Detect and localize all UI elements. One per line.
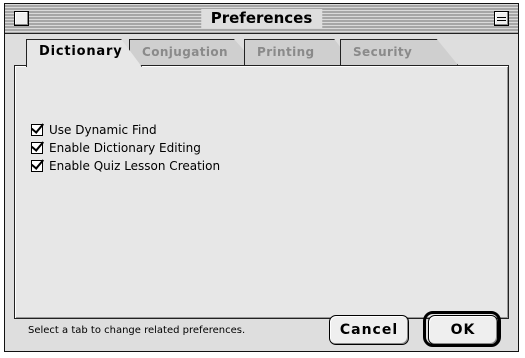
window-content: Dictionary Conjugation Printing Security…: [14, 39, 509, 347]
tab-conjugation[interactable]: Conjugation: [129, 39, 257, 65]
collapse-box-icon[interactable]: [494, 11, 509, 26]
ok-button[interactable]: OK: [428, 315, 498, 345]
option-enable-dictionary-editing[interactable]: Enable Dictionary Editing: [31, 140, 201, 156]
preferences-window: Preferences Dictionary Conjugation Print…: [4, 3, 519, 352]
tab-security[interactable]: Security: [340, 39, 458, 65]
close-box-icon[interactable]: [14, 11, 29, 26]
option-label: Enable Quiz Lesson Creation: [49, 159, 221, 173]
option-use-dynamic-find[interactable]: Use Dynamic Find: [31, 122, 157, 138]
window-title: Preferences: [200, 9, 323, 28]
option-enable-quiz-lesson-creation[interactable]: Enable Quiz Lesson Creation: [31, 158, 220, 174]
cancel-button[interactable]: Cancel: [329, 315, 409, 345]
checkbox-checked-icon[interactable]: [31, 124, 43, 136]
title-bar[interactable]: Preferences: [5, 4, 518, 34]
tab-printing[interactable]: Printing: [244, 39, 354, 65]
checkbox-checked-icon[interactable]: [31, 160, 43, 172]
option-label: Use Dynamic Find: [49, 123, 157, 137]
status-text: Select a tab to change related preferenc…: [28, 325, 246, 336]
tab-panel-dictionary: Use Dynamic Find Enable Dictionary Editi…: [14, 65, 509, 319]
checkbox-checked-icon[interactable]: [31, 142, 43, 154]
tab-dictionary[interactable]: Dictionary: [26, 39, 142, 67]
option-label: Enable Dictionary Editing: [49, 141, 201, 155]
